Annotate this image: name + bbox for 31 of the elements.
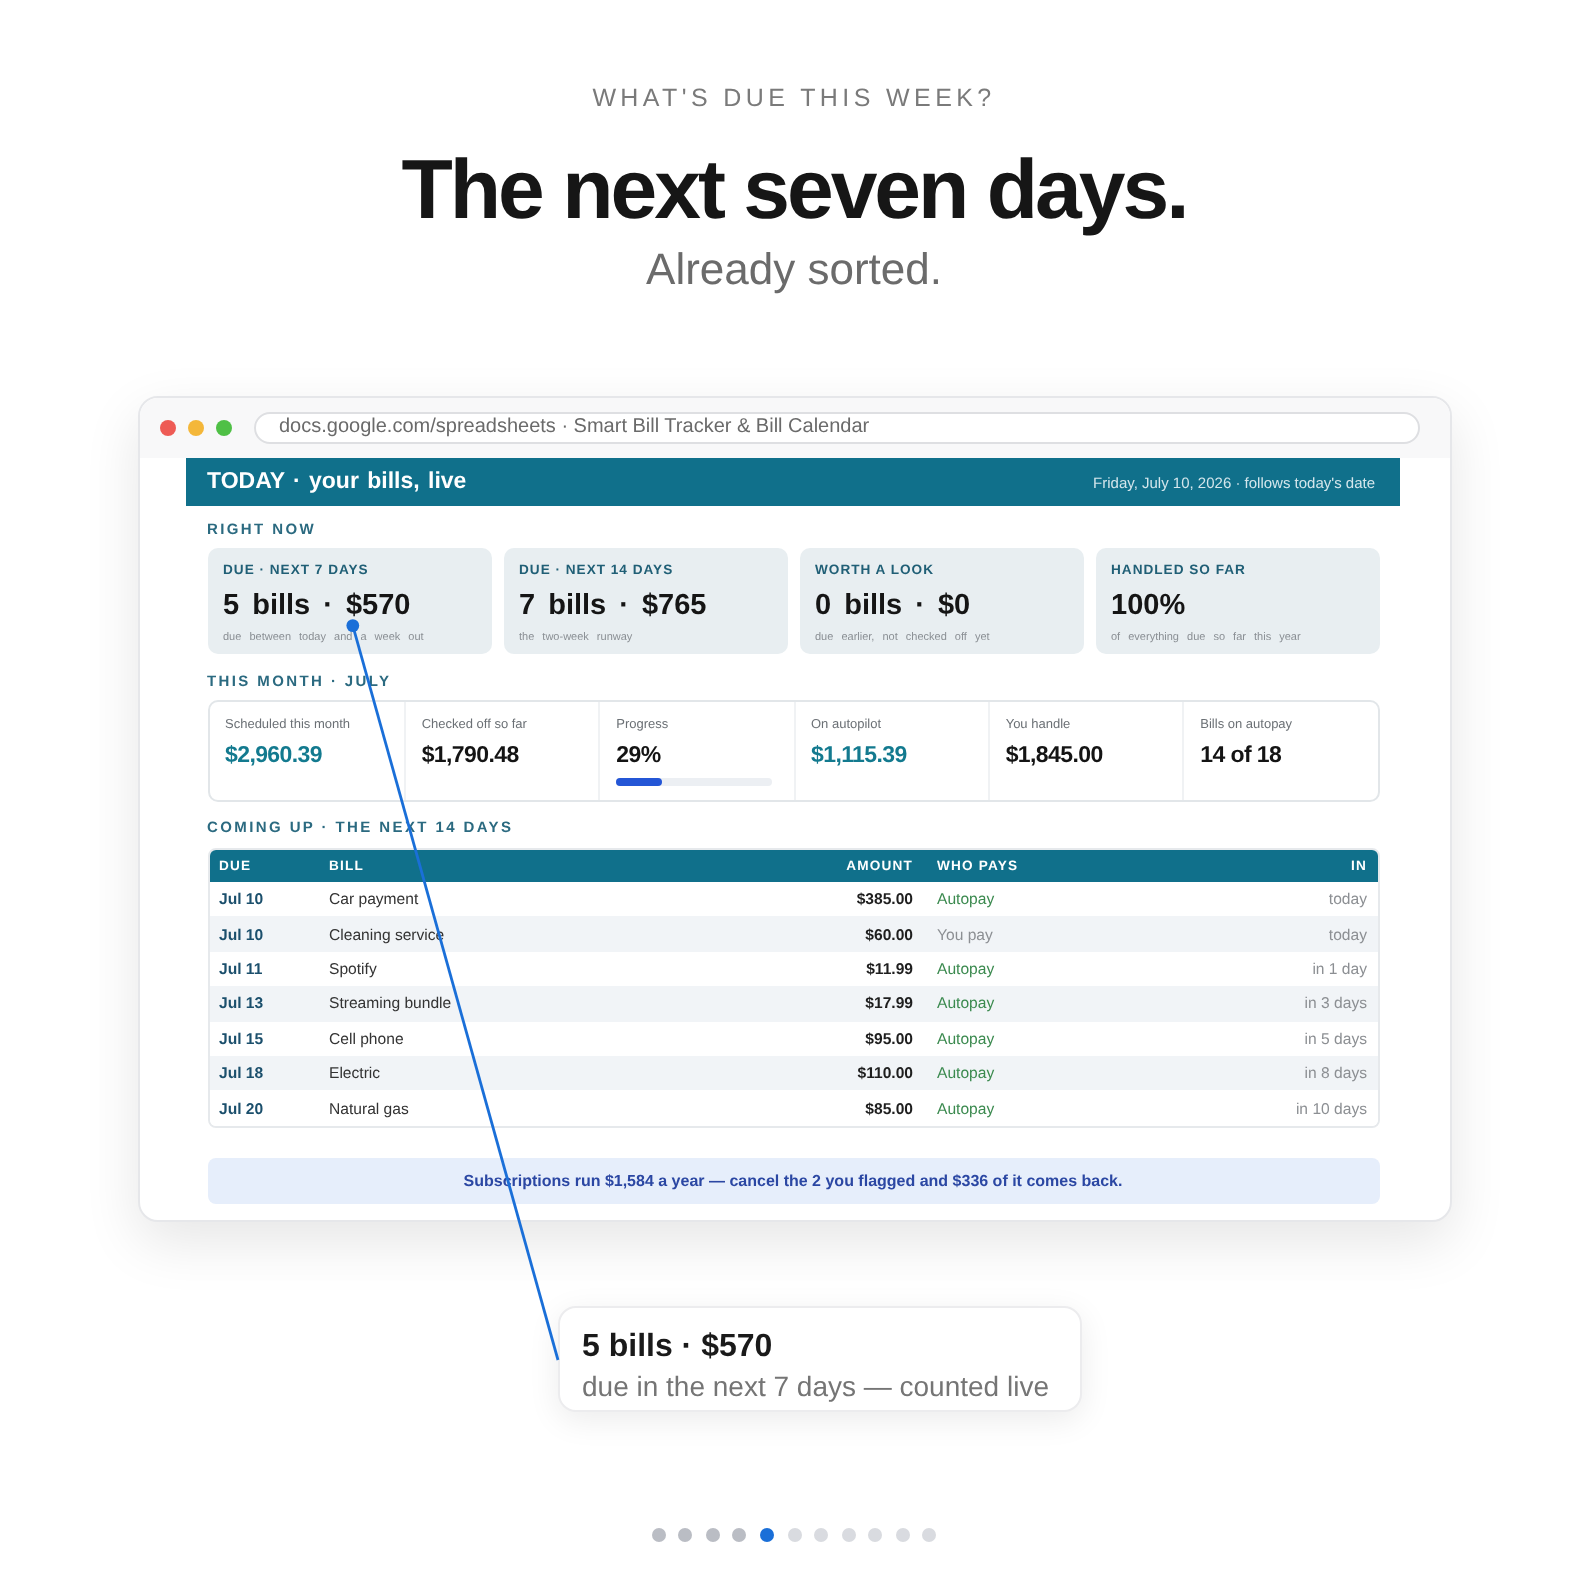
page-dot[interactable] [705,1528,720,1542]
page-dot[interactable] [868,1528,883,1542]
page-dot[interactable] [651,1528,666,1542]
page-dot[interactable] [759,1528,774,1542]
card-value: 0 bills · $0 [815,588,971,624]
window-maximize-icon[interactable] [215,420,231,436]
page-dot[interactable] [895,1528,910,1542]
window-minimize-icon[interactable] [187,420,203,436]
stat-value: $2,960.39 [225,742,322,772]
stat-value: $1,790.48 [421,742,519,772]
stat-value: $1,845.00 [1005,742,1103,772]
sheet-title: TODAY · your bills, live [207,470,467,494]
page-dot[interactable] [732,1528,747,1542]
stat-value: 14 of 18 [1200,742,1282,772]
callout-title: 5 bills · $570 [582,1328,773,1368]
page-dot[interactable] [841,1528,856,1542]
stat-value: 29% [616,742,661,772]
eyebrow-text: WHAT'S DUE THIS WEEK? [592,82,996,116]
page-title: The next seven days. [401,140,1187,240]
callout-subtitle: due in the next 7 days — counted live [582,1368,1049,1404]
card-value: 7 bills · $765 [519,588,707,624]
card-value: 100% [1111,588,1186,624]
page-dot[interactable] [814,1528,829,1542]
page-subtitle: Already sorted. [646,242,942,298]
page-dot[interactable] [787,1528,801,1542]
page-dot[interactable] [678,1528,693,1542]
address-bar[interactable]: docs.google.com/spreadsheets · Smart Bill Tracker & Bill Calendar [253,412,1419,444]
window-close-icon[interactable] [159,420,175,436]
stat-value: $1,115.39 [811,742,907,772]
page-dot[interactable] [922,1528,937,1542]
card-value: 5 bills · $570 [223,588,411,624]
